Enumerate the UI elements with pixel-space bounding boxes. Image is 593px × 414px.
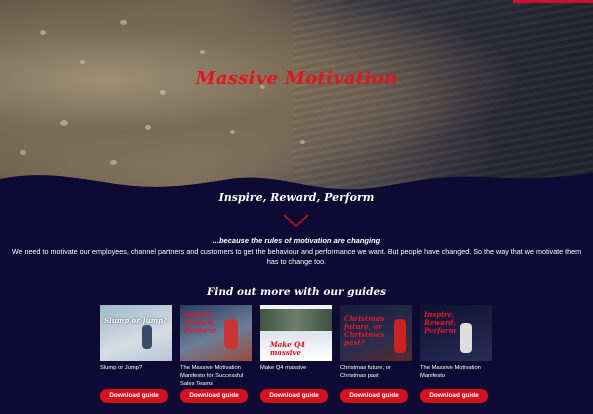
guides-heading: Find out more with our guides (206, 286, 387, 298)
download-guide-button[interactable]: Download guide (340, 389, 408, 403)
guide-title: The Massive Motivation Manifesto (420, 365, 481, 379)
guide-title: The Massive Motivation Manifesto for Suc… (180, 365, 244, 387)
cover-text: Slump or Jump? (104, 316, 168, 325)
guide-cover-image[interactable]: Inspire, Reward, Perform (420, 305, 492, 361)
cover-text: Christmas future, or Christmas past? (344, 314, 385, 347)
guide-card: Inspire, Reward, Perform The Massive Mot… (180, 305, 252, 388)
guide-cover-image[interactable]: Slump or Jump? (100, 305, 172, 361)
cover-text: Inspire, Reward, Perform (184, 310, 216, 335)
cover-text: Inspire, Reward, Perform (424, 310, 456, 335)
guide-cover-image[interactable]: Christmas future, or Christmas past? (340, 305, 412, 361)
guide-card: Inspire, Reward, Perform The Massive Mot… (420, 305, 492, 388)
intro-subheading: ...because the rules of motivation are c… (212, 236, 381, 245)
guide-card: Slump or Jump? Slump or Jump? (100, 305, 172, 388)
chevron-down-icon (283, 214, 309, 228)
guide-title: Christmas future, or Christmas past (340, 365, 391, 379)
guide-title: Slump or Jump? (100, 365, 143, 371)
intro-paragraph: We need to motivate our employees, chann… (0, 247, 593, 267)
guide-card: Christmas future, or Christmas past? Chr… (340, 305, 412, 388)
hero-title: Massive Motivation (195, 68, 398, 89)
download-guide-button[interactable]: Download guide (260, 389, 328, 403)
download-guide-button[interactable]: Download guide (180, 389, 248, 403)
download-guide-button[interactable]: Download guide (100, 389, 168, 403)
guide-cover-image[interactable]: Make Q4 massive (260, 305, 332, 361)
guide-card: Make Q4 massive Make Q4 massive (260, 305, 332, 388)
download-guide-button[interactable]: Download guide (420, 389, 488, 403)
top-accent-bar (513, 0, 593, 3)
guide-title: Make Q4 massive (260, 365, 307, 371)
cover-text: Make Q4 massive (270, 340, 305, 357)
guide-cover-image[interactable]: Inspire, Reward, Perform (180, 305, 252, 361)
intro-line-2: has to change too. (266, 257, 327, 266)
intro-line-1: We need to motivate our employees, chann… (11, 247, 582, 256)
hero-tagline: Inspire, Reward, Perform (218, 191, 375, 204)
